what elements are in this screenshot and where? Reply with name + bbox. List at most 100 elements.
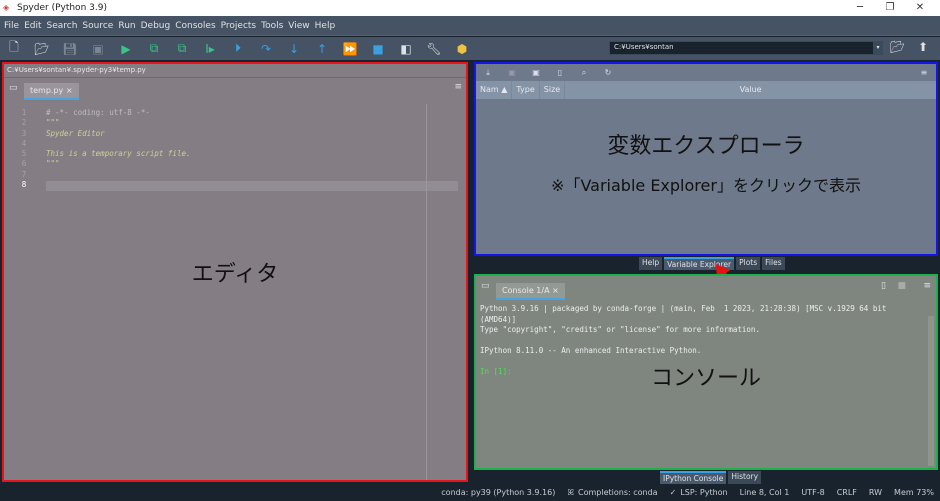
menu-help[interactable]: Help [315, 21, 336, 31]
open-file-icon[interactable]: 📂︎ [28, 42, 56, 56]
menu-file[interactable]: File [4, 21, 19, 31]
working-directory-input[interactable]: C:¥Users¥sontan [609, 41, 883, 55]
maximize-pane-icon[interactable]: ◧ [392, 42, 420, 56]
menu-source[interactable]: Source [82, 21, 113, 31]
column-name[interactable]: Nam ▲ [476, 81, 513, 99]
line-number: 7 [21, 169, 27, 179]
run-selection-icon[interactable]: I▸ [196, 42, 224, 56]
save-all-icon[interactable]: ▣ [84, 42, 112, 56]
import-data-icon[interactable]: ⤓ [476, 68, 500, 78]
step-over-icon[interactable]: ↷ [252, 42, 280, 56]
check-icon: ✓ [669, 488, 677, 497]
line-number: 2 [21, 118, 27, 128]
options-menu-icon[interactable]: ≡ [912, 68, 936, 77]
preferences-wrench-icon[interactable]: 🔧︎ [420, 42, 448, 56]
options-menu-icon[interactable]: ≡ [923, 281, 931, 291]
spyder-logo-icon: ◈ [3, 3, 10, 12]
menu-consoles[interactable]: Consoles [175, 21, 215, 31]
code-line: Spyder Editor [46, 128, 105, 138]
status-encoding: UTF-8 [801, 488, 825, 497]
status-lsp: LSP: Python [680, 488, 728, 497]
editor-pane: C:¥Users¥sontan¥.spyder-py3¥temp.py ▭ te… [2, 62, 468, 482]
status-env[interactable]: conda: py39 (Python 3.9.16) [441, 488, 555, 497]
line-number: 6 [21, 159, 27, 169]
continue-icon[interactable]: ⏩ [336, 42, 364, 56]
code-line: This is a temporary script file. [46, 149, 191, 159]
tab-help[interactable]: Help [639, 257, 663, 270]
status-bar: conda: py39 (Python 3.9.16) ꕤ Completion… [0, 484, 940, 501]
status-mode: RW [868, 488, 883, 497]
refresh-icon[interactable]: ↻ [596, 68, 620, 77]
search-icon[interactable]: ⌕ [572, 68, 596, 78]
menu-view[interactable]: View [288, 21, 309, 31]
line-number: 3 [21, 128, 27, 138]
menu-run[interactable]: Run [118, 21, 135, 31]
tab-label: temp.py [30, 86, 64, 95]
close-tab-icon[interactable]: × [66, 86, 73, 95]
step-return-icon[interactable]: ↑ [308, 42, 336, 56]
browse-tabs-icon[interactable]: ▭ [481, 281, 490, 291]
step-into-icon[interactable]: ↓ [280, 42, 308, 56]
line-number: 8 [21, 180, 27, 190]
line-numbers: 1 2 3 4 5 6 7 8 [4, 104, 44, 480]
column-value[interactable]: Value [565, 81, 936, 99]
code-line: """ [46, 118, 60, 128]
menu-search[interactable]: Search [47, 21, 78, 31]
status-eol: CRLF [836, 488, 857, 497]
menu-edit[interactable]: Edit [24, 21, 41, 31]
copy-icon[interactable]: ▯ [548, 68, 572, 77]
column-type[interactable]: Type [512, 81, 540, 99]
browse-folder-icon[interactable]: 📂︎ [890, 40, 905, 54]
save-data-as-icon[interactable]: ▣ [524, 68, 548, 77]
browse-tabs-icon[interactable]: ▭ [9, 83, 18, 93]
menu-tools[interactable]: Tools [261, 21, 283, 31]
column-size[interactable]: Size [540, 81, 566, 99]
variable-explorer-pane: ⤓ ▣ ▣ ▯ ⌕ ↻ ≡ Nam ▲ Type Size Value 変数エク… [474, 62, 938, 256]
working-directory-dropdown[interactable]: ▾ [873, 41, 883, 55]
tab-ipython-console[interactable]: IPython Console [660, 471, 727, 484]
interrupt-icon[interactable]: ■ [897, 281, 906, 291]
console-annotation: コンソール [650, 366, 761, 391]
copy-icon[interactable]: ▯ [881, 281, 886, 291]
status-position: Line 8, Col 1 [739, 488, 790, 497]
debug-icon[interactable]: ⏵ [224, 41, 252, 56]
menu-debug[interactable]: Debug [141, 21, 171, 31]
options-menu-icon[interactable]: ≡ [454, 82, 462, 92]
close-button[interactable]: ✕ [905, 0, 935, 16]
line-number: 5 [21, 149, 27, 159]
save-data-icon[interactable]: ▣ [500, 68, 524, 77]
window-title: Spyder (Python 3.9) [17, 3, 107, 13]
variable-explorer-annotation: 変数エクスプローラ [607, 134, 805, 159]
menu-projects[interactable]: Projects [221, 21, 256, 31]
run-cell-icon[interactable]: ⧉ [140, 41, 168, 56]
minimize-button[interactable]: ─ [845, 0, 875, 16]
ipython-console-pane: ▭ Console 1/A × ▯ ■ ≡ Python 3.9.16 | pa… [474, 274, 938, 470]
console-tab[interactable]: Console 1/A × [496, 283, 565, 300]
editor-annotation: エディタ [191, 262, 279, 287]
tab-files[interactable]: Files [762, 257, 785, 270]
save-icon[interactable]: 💾︎ [56, 42, 84, 56]
line-number: 4 [21, 138, 27, 148]
status-memory: Mem 73% [894, 488, 934, 497]
tab-history[interactable]: History [728, 471, 762, 484]
close-tab-icon[interactable]: × [552, 286, 559, 295]
tab-label: Console 1/A [502, 286, 550, 295]
new-file-icon[interactable]: 🗋 [0, 38, 28, 59]
run-icon[interactable]: ▶ [112, 42, 140, 56]
pythonpath-icon[interactable]: ⬢ [448, 42, 476, 56]
status-completions: Completions: conda [578, 488, 658, 497]
code-editor[interactable]: 1 2 3 4 5 6 7 8 # -*- coding: utf-8 -*- … [4, 104, 466, 480]
variable-table-header: Nam ▲ Type Size Value [476, 81, 936, 99]
editor-tab-temp[interactable]: temp.py × [24, 83, 79, 100]
title-bar: ◈ Spyder (Python 3.9) ─ ❐ ✕ [0, 0, 940, 16]
menu-bar: File Edit Search Source Run Debug Consol… [0, 16, 940, 36]
line-number: 1 [21, 108, 27, 117]
stop-icon[interactable]: ■ [364, 42, 392, 56]
code-line: """ [46, 159, 60, 169]
variable-explorer-note: ※「Variable Explorer」をクリックで表示 [551, 176, 861, 195]
run-cell-advance-icon[interactable]: ⧉ [168, 41, 196, 56]
parent-directory-icon[interactable]: ⬆ [918, 40, 928, 54]
editor-file-path: C:¥Users¥sontan¥.spyder-py3¥temp.py [4, 64, 466, 78]
restore-button[interactable]: ❐ [875, 0, 905, 16]
